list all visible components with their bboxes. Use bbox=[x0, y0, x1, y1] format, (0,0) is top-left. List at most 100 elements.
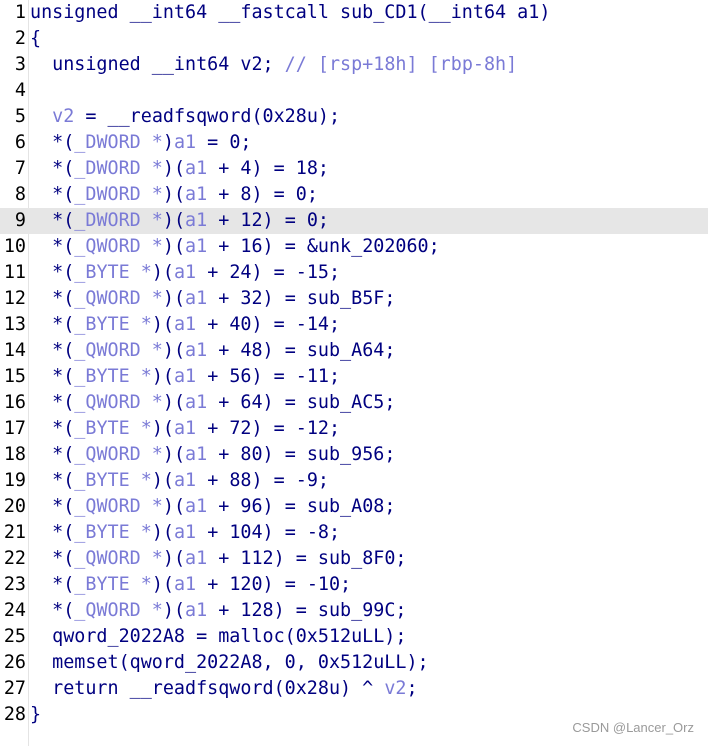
code-line[interactable]: 21 *(_BYTE *)(a1 + 104) = -8; bbox=[0, 520, 708, 546]
code-line[interactable]: 4 bbox=[0, 78, 708, 104]
code-type: _BYTE * bbox=[74, 314, 152, 335]
code-line[interactable]: 2{ bbox=[0, 26, 708, 52]
code-line[interactable]: 26 memset(qword_2022A8, 0, 0x512uLL); bbox=[0, 650, 708, 676]
line-number: 16 bbox=[3, 392, 26, 413]
code-variable: a1 bbox=[173, 366, 197, 387]
code-type: _BYTE * bbox=[74, 262, 152, 283]
code-token: )( bbox=[151, 418, 174, 439]
code-variable: a1 bbox=[173, 574, 197, 595]
code-token: + 40) = -14; bbox=[196, 314, 341, 335]
code-line[interactable]: 10 *(_QWORD *)(a1 + 16) = &unk_202060; bbox=[0, 234, 708, 260]
code-token: )( bbox=[162, 184, 186, 205]
code-variable: a1 bbox=[173, 262, 197, 283]
code-line[interactable]: 22 *(_QWORD *)(a1 + 112) = sub_8F0; bbox=[0, 546, 708, 572]
code-token: *( bbox=[30, 574, 75, 595]
line-number: 23 bbox=[3, 574, 26, 595]
code-token: + 88) = -9; bbox=[196, 470, 329, 491]
line-number: 11 bbox=[3, 262, 26, 283]
code-line[interactable]: 14 *(_QWORD *)(a1 + 48) = sub_A64; bbox=[0, 338, 708, 364]
code-variable: v2 bbox=[52, 106, 75, 127]
code-token: )( bbox=[162, 600, 186, 621]
code-line[interactable]: 7 *(_DWORD *)(a1 + 4) = 18; bbox=[0, 156, 708, 182]
code-line[interactable]: 5 v2 = __readfsqword(0x28u); bbox=[0, 104, 708, 130]
code-variable: a1 bbox=[185, 236, 208, 257]
code-text: { bbox=[30, 26, 41, 52]
code-token: { bbox=[30, 28, 42, 49]
line-number: 21 bbox=[3, 522, 26, 543]
code-type: _BYTE * bbox=[74, 470, 152, 491]
code-type: _QWORD * bbox=[74, 236, 163, 257]
code-token: + 32) = sub_B5F; bbox=[207, 288, 396, 309]
code-text: *(_QWORD *)(a1 + 64) = sub_AC5; bbox=[30, 390, 395, 416]
line-number: 17 bbox=[3, 418, 26, 439]
code-token: *( bbox=[30, 184, 75, 205]
code-variable: a1 bbox=[173, 132, 197, 153]
code-variable: a1 bbox=[185, 600, 208, 621]
code-line[interactable]: 20 *(_QWORD *)(a1 + 96) = sub_A08; bbox=[0, 494, 708, 520]
code-line[interactable]: 1 unsigned __int64 __fastcall sub_CD1(__i… bbox=[0, 0, 708, 26]
code-token: )( bbox=[151, 314, 174, 335]
pseudocode-editor[interactable]: 1 unsigned __int64 __fastcall sub_CD1(__i… bbox=[0, 0, 708, 746]
code-token: + 48) = sub_A64; bbox=[207, 340, 396, 361]
code-line[interactable]: 12 *(_QWORD *)(a1 + 32) = sub_B5F; bbox=[0, 286, 708, 312]
code-text: } bbox=[30, 702, 41, 728]
code-token: )( bbox=[162, 158, 186, 179]
code-token: + 80) = sub_956; bbox=[207, 444, 396, 465]
code-line[interactable]: 24 *(_QWORD *)(a1 + 128) = sub_99C; bbox=[0, 598, 708, 624]
line-number: 12 bbox=[3, 288, 26, 309]
code-type: _DWORD * bbox=[74, 132, 163, 153]
line-number: 20 bbox=[3, 496, 26, 517]
code-type: _DWORD * bbox=[74, 158, 163, 179]
code-text: *(_QWORD *)(a1 + 96) = sub_A08; bbox=[30, 494, 395, 520]
code-token: *( bbox=[30, 288, 75, 309]
code-line[interactable]: 18 *(_QWORD *)(a1 + 80) = sub_956; bbox=[0, 442, 708, 468]
code-line[interactable]: 15 *(_BYTE *)(a1 + 56) = -11; bbox=[0, 364, 708, 390]
code-token: + 104) = -8; bbox=[196, 522, 341, 543]
code-line[interactable]: 6 *(_DWORD *)a1 = 0; bbox=[0, 130, 708, 156]
line-number: 18 bbox=[3, 444, 26, 465]
code-variable: a1 bbox=[185, 210, 208, 231]
code-token: )( bbox=[151, 574, 174, 595]
code-token: + 112) = sub_8F0; bbox=[207, 548, 407, 569]
code-line[interactable]: 9 *(_DWORD *)(a1 + 12) = 0; bbox=[0, 208, 708, 234]
code-line[interactable]: 13 *(_BYTE *)(a1 + 40) = -14; bbox=[0, 312, 708, 338]
code-text: unsigned __int64 v2; // [rsp+18h] [rbp-8… bbox=[30, 52, 517, 78]
code-token: )( bbox=[162, 444, 186, 465]
code-token: )( bbox=[162, 236, 186, 257]
code-type: _BYTE * bbox=[74, 418, 152, 439]
code-variable: a1 bbox=[185, 158, 208, 179]
code-token: *( bbox=[30, 210, 75, 231]
code-text: qword_2022A8 = malloc(0x512uLL); bbox=[30, 624, 406, 650]
code-text: *(_BYTE *)(a1 + 40) = -14; bbox=[30, 312, 340, 338]
watermark: CSDN @Lancer_Orz bbox=[572, 720, 694, 735]
code-token: *( bbox=[30, 366, 75, 387]
code-line[interactable]: 8 *(_DWORD *)(a1 + 8) = 0; bbox=[0, 182, 708, 208]
code-token: )( bbox=[151, 470, 174, 491]
code-variable: a1 bbox=[185, 496, 208, 517]
code-line[interactable]: 11 *(_BYTE *)(a1 + 24) = -15; bbox=[0, 260, 708, 286]
code-line[interactable]: 25 qword_2022A8 = malloc(0x512uLL); bbox=[0, 624, 708, 650]
code-token: )( bbox=[162, 288, 186, 309]
line-number: 3 bbox=[14, 54, 26, 75]
code-token: )( bbox=[151, 262, 174, 283]
code-text: v2 = __readfsqword(0x28u); bbox=[30, 104, 340, 130]
line-number: 10 bbox=[3, 236, 26, 257]
code-variable: a1 bbox=[185, 392, 208, 413]
line-number: 2 bbox=[14, 28, 26, 49]
code-line[interactable]: 16 *(_QWORD *)(a1 + 64) = sub_AC5; bbox=[0, 390, 708, 416]
line-number: 13 bbox=[3, 314, 26, 335]
code-line[interactable]: 27 return __readfsqword(0x28u) ^ v2; bbox=[0, 676, 708, 702]
code-token: = __readfsqword(0x28u); bbox=[74, 106, 341, 127]
code-token: + 96) = sub_A08; bbox=[207, 496, 396, 517]
code-variable: a1 bbox=[185, 184, 208, 205]
code-token: *( bbox=[30, 340, 75, 361]
code-type: _QWORD * bbox=[74, 496, 163, 517]
code-line[interactable]: 23 *(_BYTE *)(a1 + 120) = -10; bbox=[0, 572, 708, 598]
code-token: *( bbox=[30, 314, 75, 335]
code-line[interactable]: 17 *(_BYTE *)(a1 + 72) = -12; bbox=[0, 416, 708, 442]
code-line[interactable]: 3 unsigned __int64 v2; // [rsp+18h] [rbp… bbox=[0, 52, 708, 78]
code-type: _BYTE * bbox=[74, 522, 152, 543]
code-type: _QWORD * bbox=[74, 548, 163, 569]
code-line[interactable]: 19 *(_BYTE *)(a1 + 88) = -9; bbox=[0, 468, 708, 494]
code-variable: v2 bbox=[384, 678, 407, 699]
